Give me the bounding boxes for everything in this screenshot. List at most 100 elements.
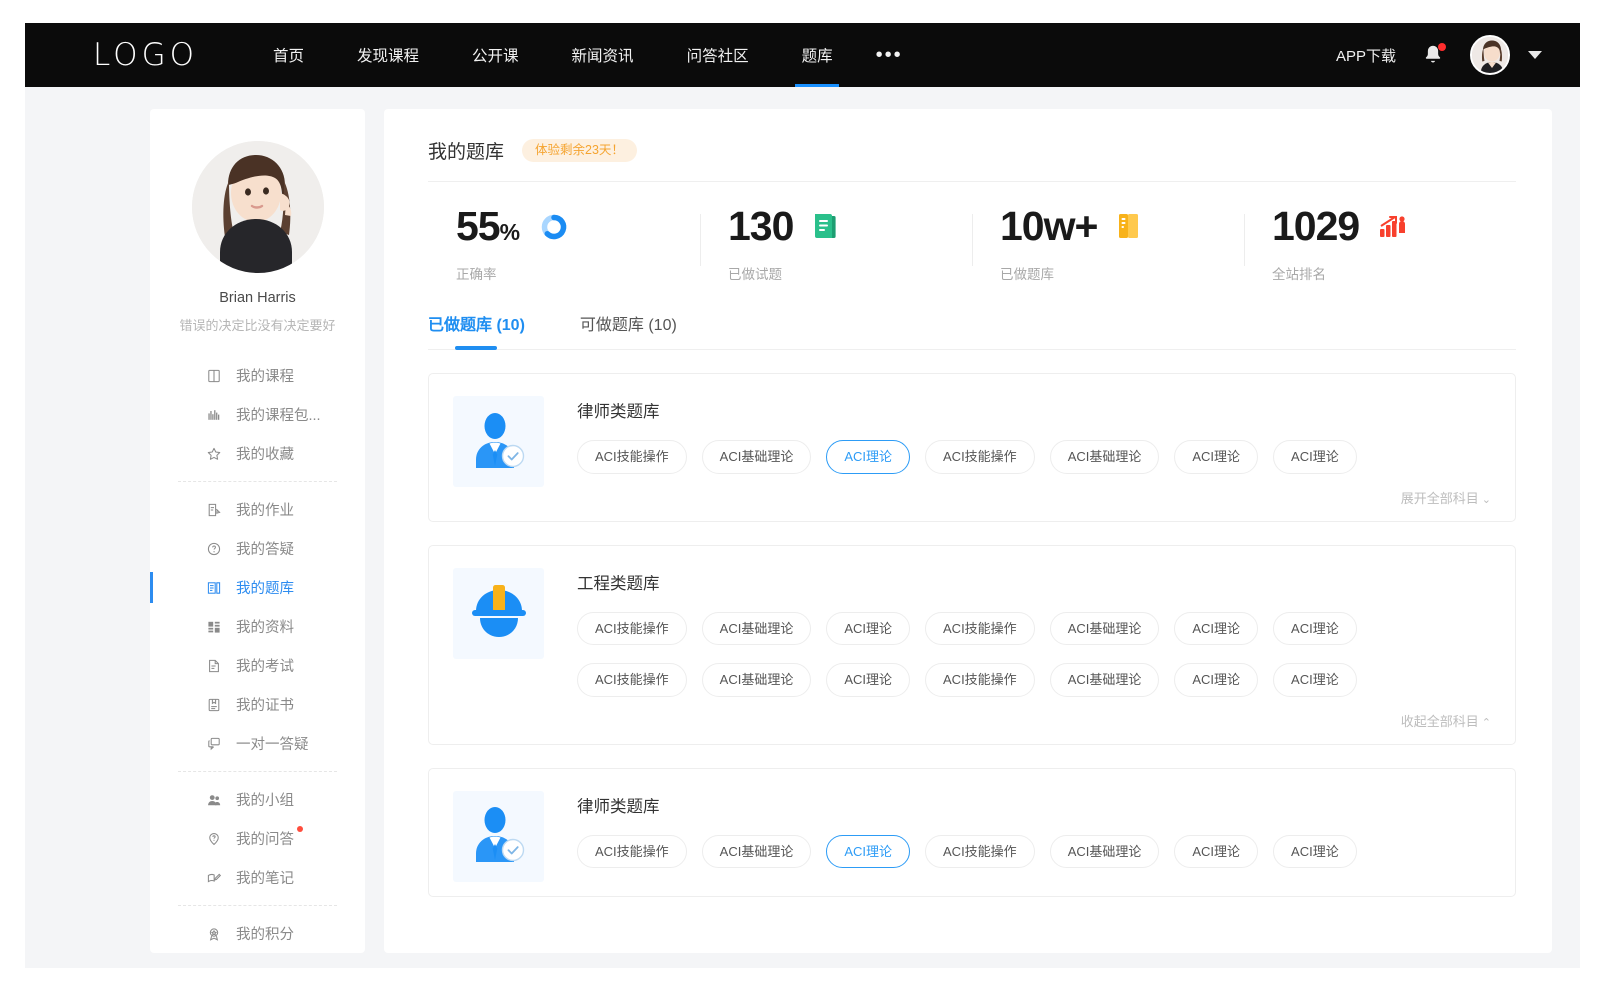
- sidebar-item-14[interactable]: 我的笔记: [150, 858, 365, 897]
- sidebar-item-13[interactable]: 我的问答: [150, 819, 365, 858]
- subject-chip[interactable]: ACI理论: [1174, 663, 1258, 697]
- red-rank-chart-icon: [1379, 214, 1407, 240]
- stat-value-row: 1029: [1272, 206, 1516, 247]
- donut-progress-icon: [539, 212, 569, 242]
- stat-number: 55: [456, 203, 500, 249]
- homework-pencil-icon: [206, 502, 222, 518]
- stat-card-1: 130 已做试题: [700, 206, 972, 283]
- subject-chip[interactable]: ACI理论: [826, 612, 910, 646]
- qa-pin-icon: [206, 831, 222, 847]
- note-pen-icon: [206, 870, 222, 886]
- subject-chip[interactable]: ACI技能操作: [925, 835, 1035, 869]
- chat-one-on-one-icon: [206, 736, 222, 752]
- expand-label: 展开全部科目: [1401, 491, 1479, 506]
- nav-more-icon[interactable]: •••: [876, 23, 903, 87]
- nav-link-3[interactable]: 新闻资讯: [572, 23, 634, 87]
- stat-value-row: 130: [728, 206, 972, 247]
- subject-chip[interactable]: ACI理论: [1174, 612, 1258, 646]
- stats-row: 55% 正确率 130 已做试题 10w+ 已做题库 1029: [428, 182, 1516, 291]
- question-circle-icon: [206, 541, 222, 557]
- sidebar-item-label: 我的资料: [236, 616, 294, 637]
- group-people-icon: [206, 792, 222, 808]
- subject-chip-row: ACI技能操作 ACI基础理论 ACI理论 ACI技能操作 ACI基础理论 ACI理论 AC…: [577, 612, 1491, 646]
- sidebar-item-6[interactable]: 我的题库: [150, 568, 365, 607]
- lawyer-avatar-icon: [453, 396, 544, 487]
- subject-chip[interactable]: ACI技能操作: [577, 663, 687, 697]
- subject-chip[interactable]: ACI技能操作: [577, 440, 687, 474]
- group-people-icon: [206, 792, 222, 808]
- stat-value-row: 55%: [456, 206, 700, 247]
- nav-link-2[interactable]: 公开课: [472, 23, 519, 87]
- star-icon: [206, 446, 222, 462]
- certificate-icon: [206, 697, 222, 713]
- sidebar-item-5[interactable]: 我的答疑: [150, 529, 365, 568]
- subject-chip[interactable]: ACI基础理论: [702, 835, 812, 869]
- subject-chip[interactable]: ACI理论: [1174, 440, 1258, 474]
- documents-icon: [206, 619, 222, 635]
- sidebar-item-0[interactable]: 我的课程: [150, 356, 365, 395]
- qa-pin-icon: [206, 831, 222, 847]
- subject-chip[interactable]: ACI技能操作: [925, 663, 1035, 697]
- subject-chip[interactable]: ACI技能操作: [577, 612, 687, 646]
- sidebar-item-1[interactable]: 我的课程包...: [150, 395, 365, 434]
- chat-one-on-one-icon: [206, 736, 222, 752]
- sidebar-item-16[interactable]: 我的积分: [150, 914, 365, 953]
- sidebar-item-9[interactable]: 我的证书: [150, 685, 365, 724]
- expand-subjects-toggle[interactable]: 展开全部科目⌄: [577, 488, 1491, 507]
- question-bank-card: 工程类题库 ACI技能操作ACI基础理论ACI理论ACI技能操作ACI基础理论A…: [428, 545, 1516, 745]
- green-paper-icon: [813, 213, 837, 240]
- subject-chip[interactable]: ACI理论: [826, 440, 910, 474]
- subject-chip[interactable]: ACI基础理论: [1050, 835, 1160, 869]
- subject-chip[interactable]: ACI基础理论: [1050, 440, 1160, 474]
- notification-bell-button[interactable]: [1422, 43, 1444, 67]
- donut-progress-icon: [539, 212, 569, 242]
- subject-chip[interactable]: ACI理论: [1174, 835, 1258, 869]
- subject-chip[interactable]: ACI技能操作: [925, 440, 1035, 474]
- subject-chip[interactable]: ACI技能操作: [925, 612, 1035, 646]
- stat-value: 130: [728, 206, 793, 247]
- subject-chip[interactable]: ACI基础理论: [702, 440, 812, 474]
- card-body: 工程类题库 ACI技能操作ACI基础理论ACI理论ACI技能操作ACI基础理论A…: [577, 568, 1491, 730]
- sidebar-menu: 我的课程我的课程包...我的收藏我的作业我的答疑我的题库我的资料我的考试我的证书…: [150, 356, 365, 953]
- sidebar-item-label: 我的题库: [236, 577, 294, 598]
- subject-chip[interactable]: ACI基础理论: [1050, 612, 1160, 646]
- book-icon: [206, 368, 222, 384]
- tab-1[interactable]: 可做题库 (10): [580, 311, 677, 349]
- sidebar-item-7[interactable]: 我的资料: [150, 607, 365, 646]
- subject-chip[interactable]: ACI理论: [826, 663, 910, 697]
- lawyer-avatar-icon: [463, 800, 535, 872]
- sidebar-item-label: 我的积分: [236, 923, 294, 944]
- question-bank-card: 律师类题库 ACI技能操作 ACI基础理论 ACI理论 ACI技能操作 ACI基础理论 A…: [428, 768, 1516, 897]
- sidebar-item-2[interactable]: 我的收藏: [150, 434, 365, 473]
- expand-subjects-toggle[interactable]: 收起全部科目⌃: [577, 711, 1491, 730]
- card-title: 律师类题库: [577, 793, 1491, 817]
- subject-chip[interactable]: ACI基础理论: [1050, 663, 1160, 697]
- nav-link-5[interactable]: 题库: [802, 23, 833, 87]
- subject-chip[interactable]: ACI基础理论: [702, 663, 812, 697]
- sidebar-item-10[interactable]: 一对一答疑: [150, 724, 365, 763]
- subject-chip[interactable]: ACI理论: [1273, 440, 1357, 474]
- sidebar-avatar[interactable]: [192, 141, 324, 273]
- avatar[interactable]: [1470, 35, 1510, 75]
- sidebar-item-8[interactable]: 我的考试: [150, 646, 365, 685]
- sidebar: Brian Harris 错误的决定比没有决定要好 我的课程我的课程包...我的…: [150, 109, 365, 953]
- subject-chip[interactable]: ACI技能操作: [577, 835, 687, 869]
- chevron-down-icon[interactable]: [1528, 51, 1542, 59]
- subject-chip[interactable]: ACI理论: [1273, 835, 1357, 869]
- site-logo[interactable]: LOGO: [93, 40, 198, 71]
- sidebar-item-label: 我的小组: [236, 789, 294, 810]
- points-medal-icon: [206, 926, 222, 942]
- subject-chip[interactable]: ACI理论: [1273, 612, 1357, 646]
- subject-chip[interactable]: ACI理论: [1273, 663, 1357, 697]
- nav-link-4[interactable]: 问答社区: [687, 23, 749, 87]
- sidebar-item-12[interactable]: 我的小组: [150, 780, 365, 819]
- nav-link-0[interactable]: 首页: [273, 23, 304, 87]
- subject-chip-row: ACI技能操作 ACI基础理论 ACI理论 ACI技能操作 ACI基础理论 ACI理论 AC…: [577, 663, 1491, 697]
- sidebar-item-label: 我的作业: [236, 499, 294, 520]
- sidebar-item-4[interactable]: 我的作业: [150, 490, 365, 529]
- tab-0[interactable]: 已做题库 (10): [428, 311, 525, 349]
- app-download-link[interactable]: APP下载: [1336, 45, 1396, 66]
- subject-chip[interactable]: ACI理论: [826, 835, 910, 869]
- subject-chip[interactable]: ACI基础理论: [702, 612, 812, 646]
- nav-link-1[interactable]: 发现课程: [357, 23, 419, 87]
